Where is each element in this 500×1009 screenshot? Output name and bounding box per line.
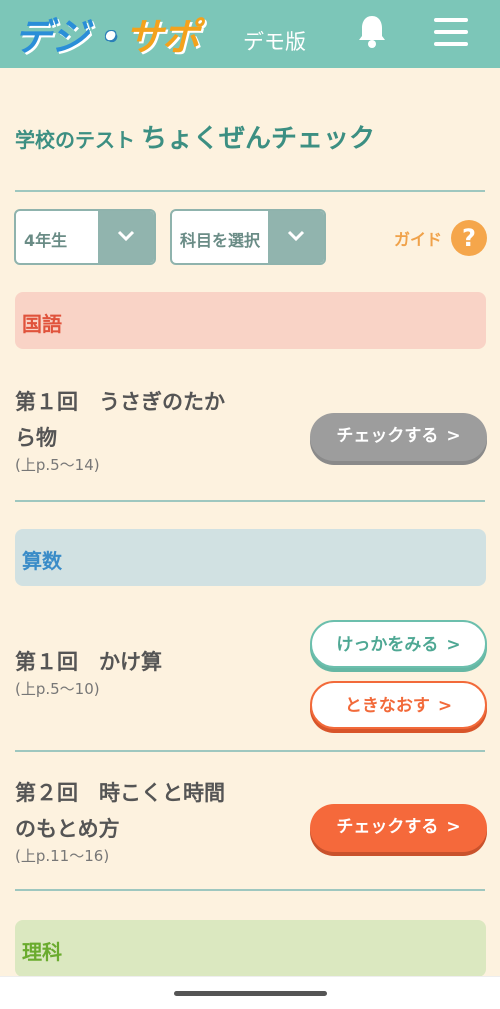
demo-label: デモ版 (243, 30, 306, 54)
check-button[interactable]: チェックする > (310, 804, 487, 852)
chevron-down-icon[interactable] (268, 211, 324, 263)
divider (15, 190, 485, 192)
view-results-label: けっかをみる (336, 635, 439, 655)
bell-icon[interactable] (357, 14, 387, 48)
chevron-down-icon[interactable] (98, 211, 154, 263)
check-button-label: チェックする (336, 817, 439, 837)
chevron-right-icon: > (446, 426, 461, 446)
lesson-pages: (上p.5〜10) (15, 680, 100, 698)
lesson-title-line2: のもとめ方 (15, 817, 120, 841)
retry-button[interactable]: ときなおす > (310, 681, 487, 729)
page-title-big: ちょくぜんチェック (141, 124, 376, 154)
help-icon[interactable]: ? (451, 220, 487, 256)
app-header: デジ・サポ デモ版 (0, 0, 500, 68)
lesson-title-line2: ら物 (15, 426, 57, 450)
subject-name: 算数 (22, 549, 62, 573)
chevron-right-icon: > (446, 635, 461, 655)
lesson-pages: (上p.11〜16) (15, 847, 110, 865)
guide-link[interactable]: ガイド (394, 226, 442, 250)
subject-name: 国語 (22, 312, 62, 336)
grade-select[interactable]: 4年生 (14, 209, 156, 265)
lesson-title-line1: 第１回 かけ算 (15, 650, 162, 674)
divider (15, 750, 485, 752)
lesson-item: 第２回 時こくと時間 のもとめ方 (上p.11〜16) (15, 775, 265, 865)
hamburger-menu-icon[interactable] (434, 18, 468, 46)
subject-select-value: 科目を選択 (180, 231, 261, 250)
lesson-pages: (上p.5〜14) (15, 456, 100, 474)
subject-name: 理科 (22, 940, 62, 964)
lesson-item: 第１回 かけ算 (上p.5〜10) (15, 644, 265, 698)
subject-select[interactable]: 科目を選択 (170, 209, 326, 265)
subject-header-sansu: 算数 (15, 529, 486, 586)
lesson-item: 第１回 うさぎのたか ら物 (上p.5〜14) (15, 384, 265, 474)
home-indicator[interactable] (174, 991, 327, 996)
page-title-small: 学校のテスト (15, 128, 135, 152)
subject-header-rika: 理科 (15, 920, 486, 977)
check-button[interactable]: チェックする > (310, 413, 487, 461)
subject-header-kokugo: 国語 (15, 292, 486, 349)
view-results-button[interactable]: けっかをみる > (310, 620, 487, 668)
check-button-label: チェックする (336, 426, 439, 446)
chevron-right-icon: > (446, 817, 461, 837)
system-bottom-bar (0, 976, 500, 1009)
lesson-title-line1: 第１回 うさぎのたか (15, 390, 225, 414)
page-title: 学校のテスト ちょくぜんチェック (15, 118, 485, 155)
app-logo[interactable]: デジ・サポ (14, 6, 200, 61)
divider (15, 889, 485, 891)
chevron-right-icon: > (437, 696, 453, 716)
retry-label: ときなおす (344, 696, 430, 716)
divider (15, 500, 485, 502)
lesson-title-line1: 第２回 時こくと時間 (15, 781, 225, 805)
grade-select-value: 4年生 (24, 231, 68, 250)
